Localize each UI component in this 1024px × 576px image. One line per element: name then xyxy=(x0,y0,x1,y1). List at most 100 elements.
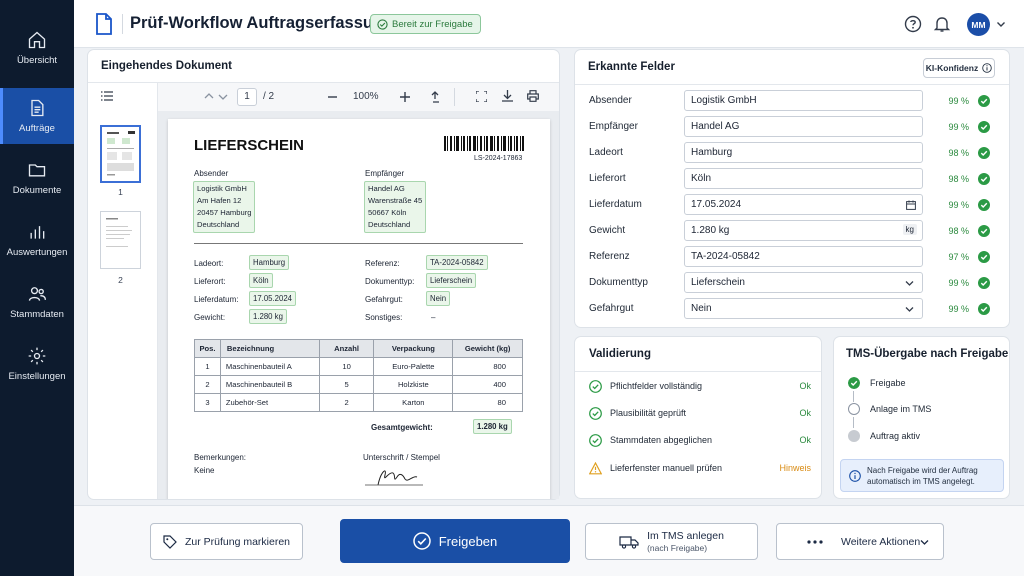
avatar[interactable]: MM xyxy=(967,13,990,36)
field-label: Gefahrgut xyxy=(589,303,634,314)
info-text: Nach Freigabe wird der Auftrag automatis… xyxy=(867,465,978,487)
signature-label: Unterschrift / Stempel xyxy=(363,453,440,462)
unit-badge: kg xyxy=(902,224,917,235)
lieferort-field[interactable]: Köln xyxy=(684,168,923,189)
bell-icon[interactable] xyxy=(933,15,951,33)
validation-row: Plausibilität geprüft Ok xyxy=(589,406,811,422)
confidence-value: 98 % xyxy=(948,148,969,158)
table-row: 2 Maschinenbauteil B 5 Holzkiste 400 xyxy=(194,375,523,394)
chevron-up-icon[interactable] xyxy=(204,92,214,100)
sender-line: Am Hafen 12 xyxy=(197,196,242,205)
thumbnail-page-number: 1 xyxy=(118,187,123,197)
ai-confidence-button[interactable]: KI-Konfidenz xyxy=(923,58,995,78)
field-label: Ladeort xyxy=(589,147,623,158)
rotate-icon[interactable] xyxy=(430,91,441,103)
zoom-out-icon[interactable] xyxy=(328,96,337,98)
zoom-level: 100% xyxy=(353,91,379,102)
download-icon[interactable] xyxy=(502,90,513,102)
info-line: Nach Freigabe wird der Auftrag xyxy=(867,466,978,475)
table-cell: Holzkiste xyxy=(373,375,454,394)
sidebar-item-auswertungen[interactable]: Auswertungen xyxy=(0,212,74,268)
toolbar-divider xyxy=(454,88,455,106)
validation-row: Pflichtfelder vollständig Ok xyxy=(589,379,811,395)
inactive-circle-icon xyxy=(848,430,860,442)
sender-address-highlight: Logistik GmbH Am Hafen 12 20457 Hamburg … xyxy=(193,181,256,233)
chevron-down-icon[interactable] xyxy=(218,93,228,101)
gefahrgut-select[interactable]: Nein xyxy=(684,298,923,319)
field-label: Referenz xyxy=(589,251,630,262)
ladeort-field[interactable]: Hamburg xyxy=(684,142,923,163)
create-in-tms-label: Im TMS anlegen xyxy=(647,529,724,542)
table-header: Anzahl xyxy=(318,339,375,358)
gear-icon xyxy=(28,347,46,365)
step-label: Freigabe xyxy=(870,378,906,388)
zoom-in-icon[interactable] xyxy=(400,92,410,102)
help-icon[interactable] xyxy=(904,15,922,33)
field-value-highlight: 1.280 kg xyxy=(249,309,287,324)
validation-row: Stammdaten abgeglichen Ok xyxy=(589,433,811,449)
validation-status: Ok xyxy=(799,381,811,391)
confidence-value: 98 % xyxy=(948,174,969,184)
bar-chart-icon xyxy=(30,226,45,239)
field-label: Gewicht: xyxy=(194,313,226,322)
table-row: 1 Maschinenbauteil A 10 Euro-Palette 800 xyxy=(194,357,523,376)
table-cell: 800 xyxy=(452,357,523,376)
check-circle-icon xyxy=(978,251,990,263)
users-icon xyxy=(28,287,46,301)
page-number-input[interactable]: 1 xyxy=(237,88,257,106)
table-cell: 2 xyxy=(194,375,221,394)
page-thumbnail-2[interactable] xyxy=(100,211,141,269)
more-dots-icon xyxy=(807,539,823,544)
truck-icon xyxy=(619,535,639,549)
chevron-down-icon xyxy=(920,540,929,545)
total-weight-label: Gesamtgewicht: xyxy=(371,423,433,432)
absender-field[interactable]: Logistik GmbH xyxy=(684,90,923,111)
field-label: Dokumenttyp: xyxy=(365,277,415,286)
sidebar-item-einstellungen[interactable]: Einstellungen xyxy=(0,336,74,392)
fullscreen-icon[interactable] xyxy=(476,91,487,102)
field-label: Gewicht xyxy=(589,225,626,236)
field-label: Lieferort: xyxy=(194,277,226,286)
approve-button[interactable]: Freigeben xyxy=(340,519,570,563)
sidebar-item-stammdaten[interactable]: Stammdaten xyxy=(0,274,74,330)
step-connector xyxy=(853,391,854,402)
mark-for-review-button[interactable]: Zur Prüfung markieren xyxy=(150,523,303,560)
recipient-line: Handel AG xyxy=(368,184,405,193)
empfaenger-field[interactable]: Handel AG xyxy=(684,116,923,137)
chevron-down-icon[interactable] xyxy=(996,19,1006,29)
check-circle-icon xyxy=(978,147,990,159)
check-circle-icon xyxy=(412,532,431,550)
sidebar-item-dokumente[interactable]: Dokumente xyxy=(0,150,74,206)
thumbnail-page-number: 2 xyxy=(118,275,123,285)
field-label: Sonstiges: xyxy=(365,313,403,322)
confidence-value: 99 % xyxy=(948,200,969,210)
barcode xyxy=(444,136,524,151)
sidebar-item-uebersicht[interactable]: Übersicht xyxy=(0,20,74,76)
field-value-highlight: Hamburg xyxy=(249,255,290,270)
page-thumbnail-1[interactable] xyxy=(100,125,141,183)
gewicht-field[interactable]: 1.280 kg kg xyxy=(684,220,923,241)
sidebar-item-auftraege[interactable]: Aufträge xyxy=(0,88,74,144)
delivery-note-page: LIEFERSCHEIN LS-2024-17863 Absender Logi… xyxy=(168,119,550,499)
field-value-highlight: 17.05.2024 xyxy=(249,291,297,306)
print-icon[interactable] xyxy=(527,90,539,102)
confidence-value: 97 % xyxy=(948,252,969,262)
dokumenttyp-select[interactable]: Lieferschein xyxy=(684,272,923,293)
table-header: Gewicht (kg) xyxy=(452,339,523,358)
tag-icon xyxy=(163,534,177,549)
table-cell: 10 xyxy=(318,357,375,376)
lieferdatum-field[interactable]: 17.05.2024 xyxy=(684,194,923,215)
calendar-icon[interactable] xyxy=(906,200,916,210)
list-icon[interactable] xyxy=(101,91,113,101)
field-label: Dokumenttyp xyxy=(589,277,648,288)
document-panel-title: Eingehendes Dokument xyxy=(101,60,232,72)
create-in-tms-button[interactable]: Im TMS anlegen (nach Freigabe) xyxy=(585,523,758,560)
field-value-highlight: Lieferschein xyxy=(426,273,477,288)
referenz-field[interactable]: TA-2024-05842 xyxy=(684,246,923,267)
home-icon xyxy=(28,31,46,49)
more-actions-button[interactable]: Weitere Aktionen xyxy=(776,523,944,560)
table-cell: Zubehör-Set xyxy=(219,393,320,412)
field-row-dokumenttyp: Dokumenttyp Lieferschein 99 % xyxy=(575,272,1011,294)
validation-status: Hinweis xyxy=(779,463,811,473)
check-circle-icon xyxy=(589,407,602,420)
